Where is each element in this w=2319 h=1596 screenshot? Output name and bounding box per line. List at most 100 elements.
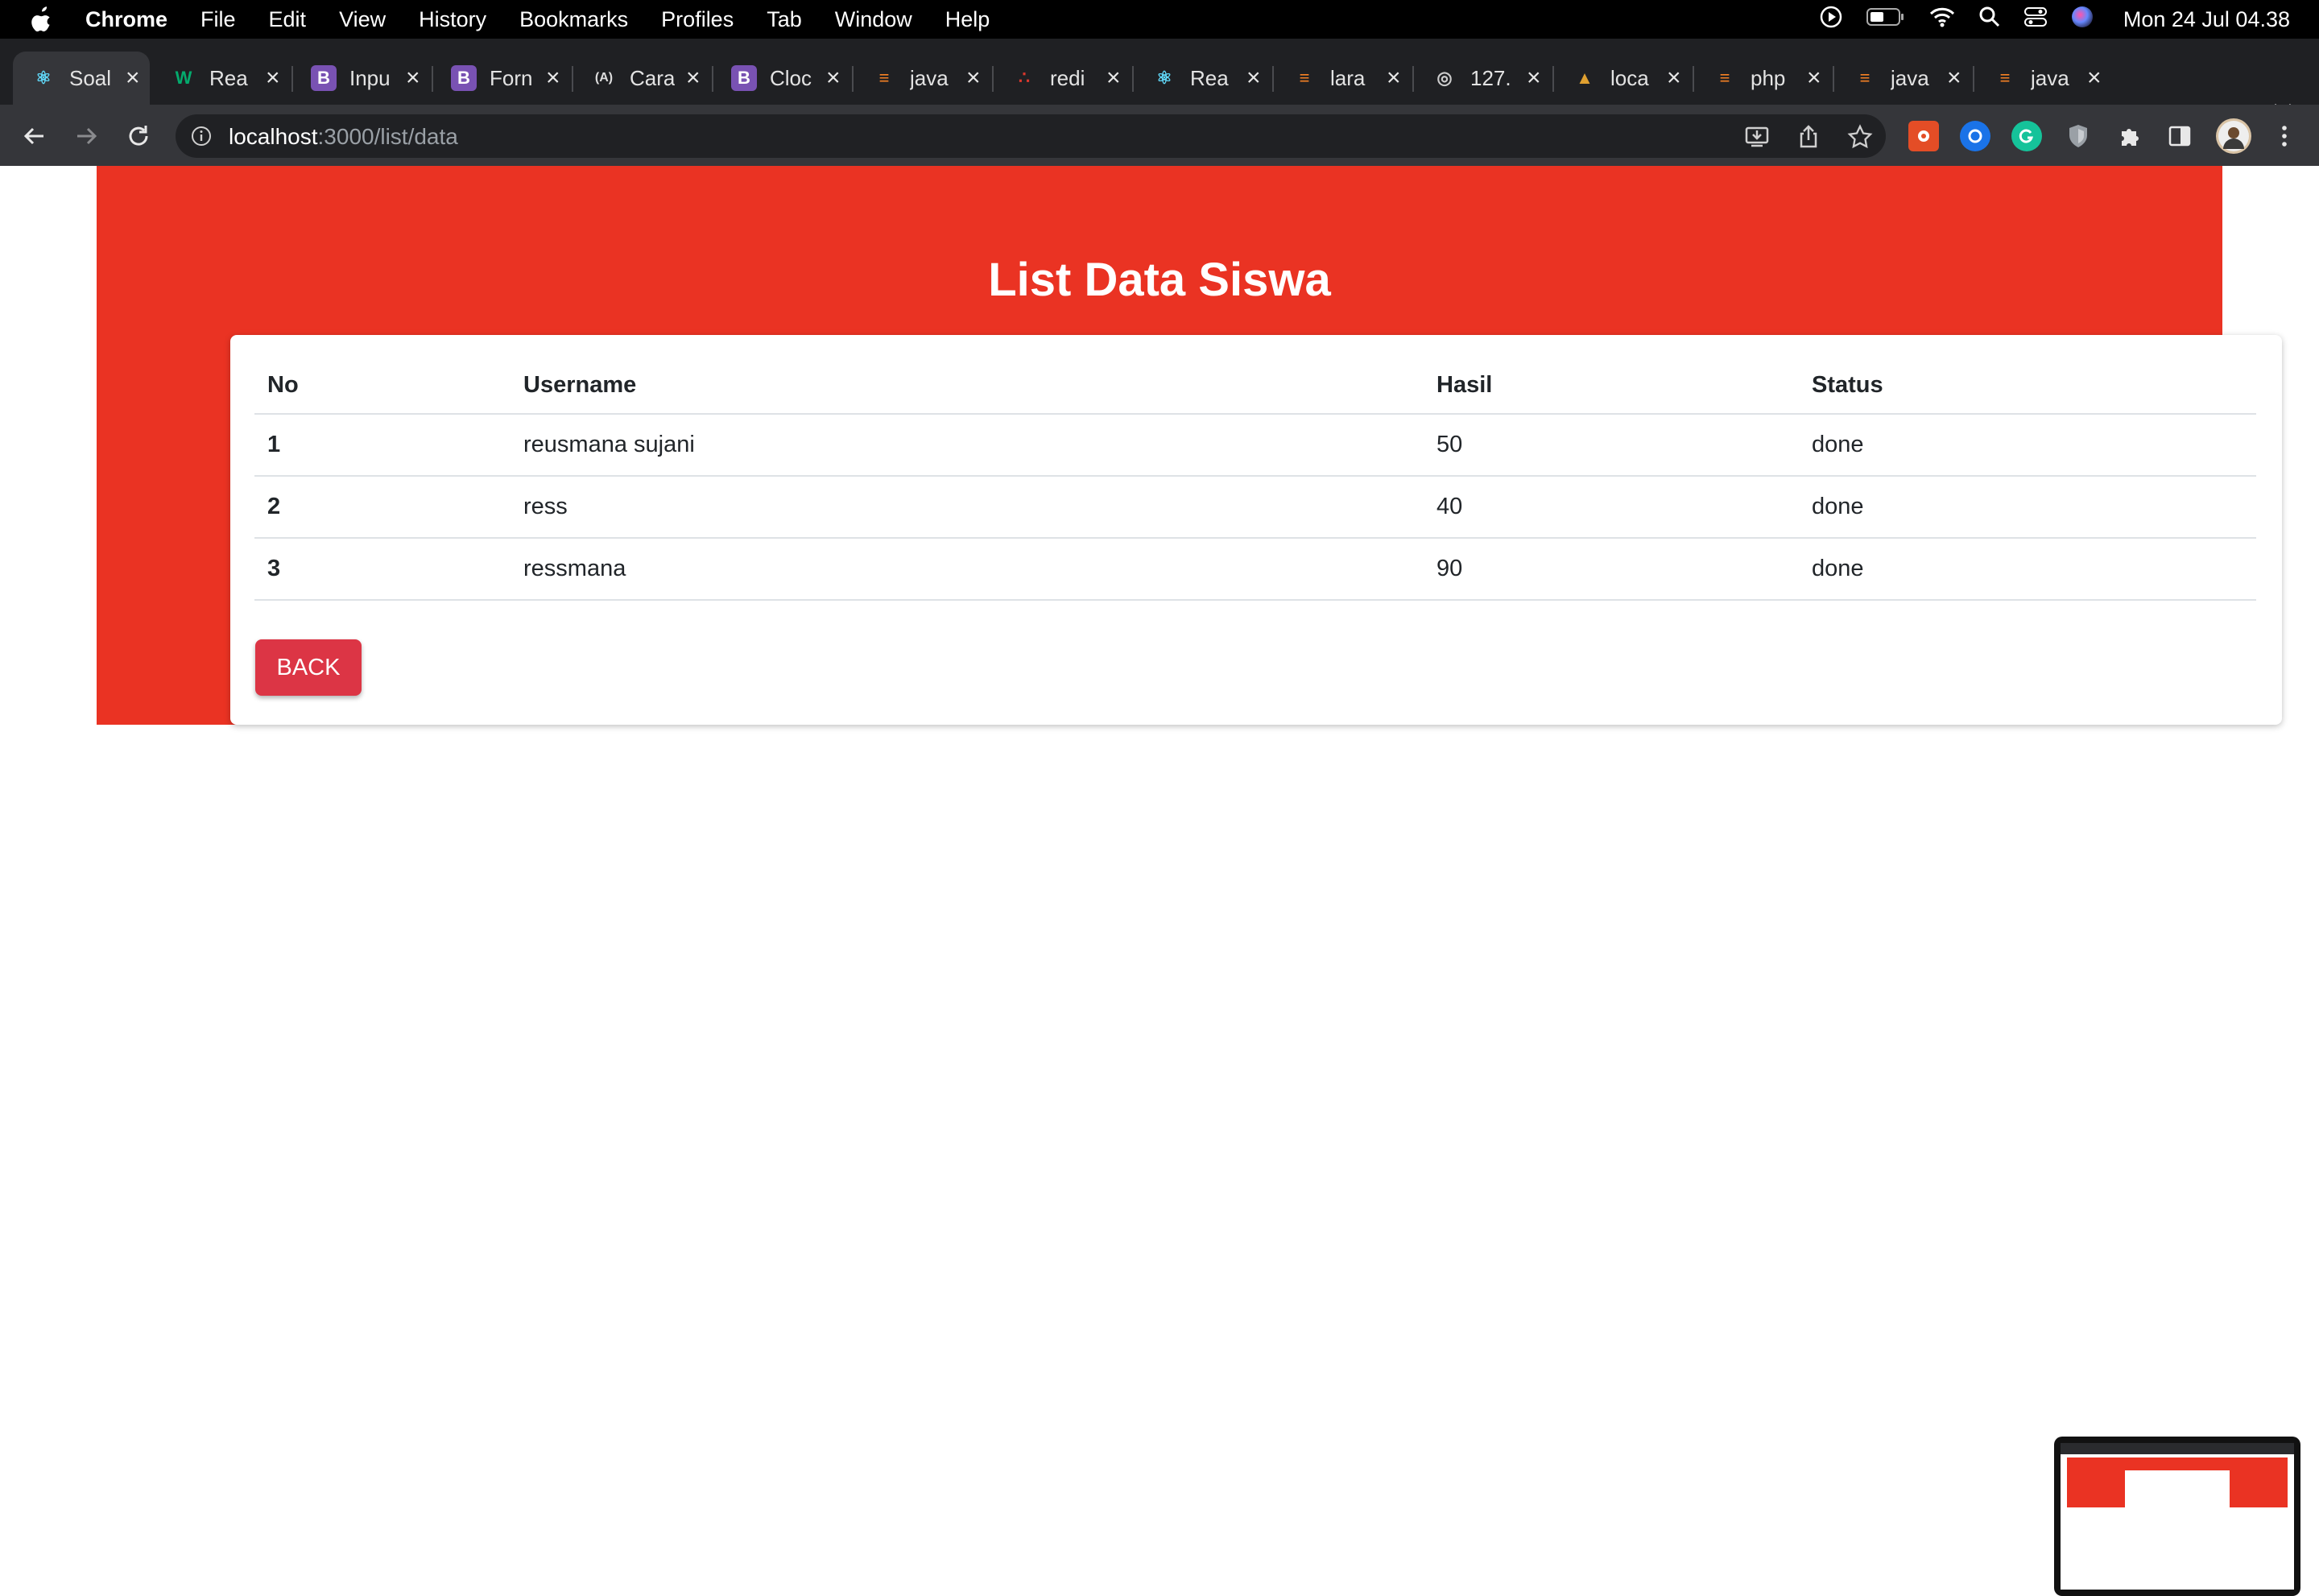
url-text[interactable]: localhost:3000/list/data — [229, 124, 458, 150]
tab-4[interactable]: B Forn × — [433, 52, 570, 105]
tab-10[interactable]: ≡ lara × — [1274, 52, 1411, 105]
tab-9[interactable]: ⚛ Rea × — [1134, 52, 1271, 105]
play-icon[interactable] — [1819, 5, 1843, 35]
tab-separator — [1132, 66, 1134, 92]
macos-menu-bar: Chrome File Edit View History Bookmarks … — [0, 0, 2319, 39]
tab-title: php — [1751, 65, 1786, 90]
menu-edit[interactable]: Edit — [269, 7, 307, 32]
side-panel-icon[interactable] — [2164, 121, 2195, 151]
shield-extension-icon[interactable] — [2063, 121, 2094, 151]
tab-strip: ⚛ Soal × W Rea × B Inpu × B Forn × (A) Cara × B Cloc × ≡ ja… — [0, 39, 2319, 134]
tab-close-icon[interactable]: × — [406, 64, 420, 92]
tab-close-icon[interactable]: × — [1807, 64, 1821, 92]
tab-title: Rea — [1190, 65, 1229, 90]
reload-icon[interactable] — [125, 122, 152, 150]
row-hasil: 50 — [1424, 414, 1799, 477]
tab-13[interactable]: ≡ php × — [1694, 52, 1831, 105]
tab-8[interactable]: ∴ redi × — [994, 52, 1131, 105]
tab-title: java — [1891, 65, 1929, 90]
extensions-puzzle-icon[interactable] — [2114, 121, 2145, 151]
tab-close-icon[interactable]: × — [126, 64, 140, 92]
header-status: Status — [1799, 358, 2256, 415]
ajax-icon: (A) — [594, 71, 614, 85]
profile-avatar[interactable] — [2216, 118, 2251, 154]
tab-close-icon[interactable]: × — [1667, 64, 1681, 92]
bookmark-star-icon[interactable] — [1847, 124, 1873, 154]
tab-separator — [1412, 66, 1414, 92]
tab-title: 127. — [1470, 65, 1511, 90]
tab-14[interactable]: ≡ java × — [1834, 52, 1971, 105]
table-header-row: No Username Hasil Status — [254, 358, 2256, 415]
menu-tab[interactable]: Tab — [767, 7, 802, 32]
tab-separator — [1973, 66, 1974, 92]
tab-12[interactable]: ▲ loca × — [1554, 52, 1691, 105]
site-info-icon[interactable] — [190, 125, 213, 151]
chrome-menu-icon[interactable] — [2269, 121, 2300, 151]
table-row: 2 ress 40 done — [254, 476, 2256, 539]
tab-separator — [712, 66, 713, 92]
tab-close-icon[interactable]: × — [1246, 64, 1261, 92]
back-arrow-icon[interactable] — [21, 122, 48, 150]
tab-15[interactable]: ≡ java × — [1974, 52, 2111, 105]
tab-2[interactable]: W Rea × — [153, 52, 290, 105]
tab-6[interactable]: B Cloc × — [713, 52, 850, 105]
menu-profiles[interactable]: Profiles — [661, 7, 734, 32]
tent-icon: ▲ — [1576, 68, 1594, 88]
apple-icon[interactable] — [31, 6, 55, 33]
share-icon[interactable] — [1796, 124, 1821, 154]
spotlight-search-icon[interactable] — [1978, 6, 2001, 34]
menu-app-chrome[interactable]: Chrome — [85, 7, 167, 32]
screenshot-preview-thumbnail[interactable] — [2054, 1437, 2300, 1596]
wifi-icon[interactable] — [1928, 6, 1956, 34]
tab-1[interactable]: ⚛ Soal × — [13, 52, 150, 105]
tab-separator — [992, 66, 994, 92]
stackoverflow-icon: ≡ — [1859, 68, 1870, 88]
tab-7[interactable]: ≡ java × — [854, 52, 990, 105]
menu-file[interactable]: File — [200, 7, 236, 32]
table-row: 3 ressmana 90 done — [254, 538, 2256, 601]
tab-11[interactable]: ◎ 127. × — [1414, 52, 1551, 105]
tab-separator — [1833, 66, 1834, 92]
tab-close-icon[interactable]: × — [686, 64, 701, 92]
table-row: 1 reusmana sujani 50 done — [254, 414, 2256, 477]
row-no: 3 — [254, 538, 511, 601]
tab-close-icon[interactable]: × — [1947, 64, 1961, 92]
battery-icon[interactable] — [1866, 6, 1906, 33]
tab-close-icon[interactable]: × — [1527, 64, 1541, 92]
redis-icon: ∴ — [1019, 68, 1030, 88]
stackoverflow-icon: ≡ — [1299, 68, 1310, 88]
tab-close-icon[interactable]: × — [2087, 64, 2102, 92]
tab-3[interactable]: B Inpu × — [293, 52, 430, 105]
row-status: done — [1799, 476, 2256, 539]
tab-close-icon[interactable]: × — [266, 64, 280, 92]
menu-history[interactable]: History — [419, 7, 486, 32]
menu-view[interactable]: View — [339, 7, 386, 32]
student-table: No Username Hasil Status 1 reusmana suja… — [254, 358, 2256, 601]
tab-close-icon[interactable]: × — [1106, 64, 1121, 92]
address-bar[interactable]: localhost:3000/list/data — [176, 114, 1886, 158]
tab-close-icon[interactable]: × — [1387, 64, 1401, 92]
install-app-icon[interactable] — [1744, 124, 1770, 154]
extension-blue-icon[interactable] — [1960, 121, 1990, 151]
tab-separator — [291, 66, 293, 92]
thumbnail-toolbar — [2061, 1443, 2294, 1454]
menu-window[interactable]: Window — [835, 7, 912, 32]
menubar-clock[interactable]: Mon 24 Jul 04.38 — [2123, 7, 2290, 32]
extension-red-icon[interactable] — [1908, 121, 1939, 151]
control-center-icon[interactable] — [2023, 6, 2048, 34]
menu-bookmarks[interactable]: Bookmarks — [519, 7, 628, 32]
tab-close-icon[interactable]: × — [826, 64, 841, 92]
grammarly-icon[interactable] — [2011, 121, 2042, 151]
tab-title: Cloc — [770, 65, 812, 90]
siri-icon[interactable] — [2070, 5, 2094, 35]
tab-close-icon[interactable]: × — [546, 64, 560, 92]
tab-5[interactable]: (A) Cara × — [573, 52, 710, 105]
url-path: :3000/list/data — [317, 124, 458, 149]
row-no: 1 — [254, 414, 511, 477]
tab-close-icon[interactable]: × — [966, 64, 981, 92]
back-button[interactable]: BACK — [255, 639, 362, 696]
forward-arrow-icon[interactable] — [72, 122, 100, 150]
tab-separator — [572, 66, 573, 92]
react-icon: ⚛ — [35, 68, 52, 88]
menu-help[interactable]: Help — [945, 7, 990, 32]
